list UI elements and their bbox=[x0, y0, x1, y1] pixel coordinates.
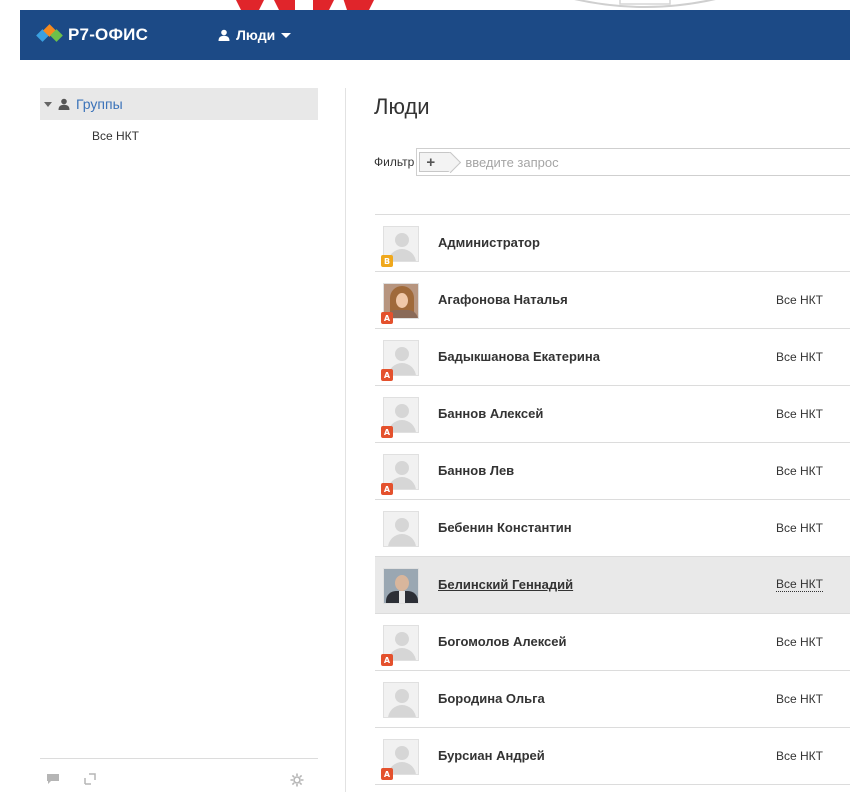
sidebar-divider bbox=[345, 88, 346, 792]
person-department[interactable]: Все НКТ bbox=[776, 521, 823, 535]
sidebar: Группы Все НКТ bbox=[40, 60, 320, 792]
top-navbar: Р7-ОФИС Люди bbox=[20, 10, 850, 60]
table-row[interactable]: A Бурсиан Андрей Все НКТ bbox=[375, 728, 850, 785]
chevron-down-icon bbox=[281, 32, 292, 38]
person-icon bbox=[218, 29, 230, 41]
filter-bar: Фильтр + bbox=[374, 148, 850, 176]
person-name[interactable]: Бадыкшанова Екатерина bbox=[438, 349, 600, 364]
table-row[interactable]: A Агафонова Наталья Все НКТ bbox=[375, 272, 850, 329]
table-row[interactable]: B Администратор bbox=[375, 215, 850, 272]
filter-label: Фильтр bbox=[374, 155, 415, 169]
user-badge-icon: A bbox=[381, 426, 393, 438]
search-input[interactable] bbox=[465, 154, 826, 170]
avatar[interactable] bbox=[383, 682, 419, 718]
person-name[interactable]: Баннов Алексей bbox=[438, 406, 543, 421]
groups-label: Группы bbox=[76, 96, 123, 112]
avatar[interactable] bbox=[383, 568, 419, 604]
person-department[interactable]: Все НКТ bbox=[776, 635, 823, 649]
watermark-strip bbox=[0, 0, 850, 10]
avatar[interactable] bbox=[383, 511, 419, 547]
person-name[interactable]: Белинский Геннадий bbox=[438, 577, 573, 592]
expand-arrow-icon[interactable] bbox=[44, 101, 52, 107]
filter-box: + bbox=[416, 148, 850, 176]
page-title: Люди bbox=[374, 94, 430, 119]
user-badge-icon: A bbox=[381, 369, 393, 381]
person-name[interactable]: Агафонова Наталья bbox=[438, 292, 568, 307]
person-department[interactable]: Все НКТ bbox=[776, 350, 823, 364]
table-row[interactable]: A Баннов Лев Все НКТ bbox=[375, 443, 850, 500]
admin-badge-icon: B bbox=[381, 255, 393, 267]
person-department[interactable]: Все НКТ bbox=[776, 578, 823, 592]
settings-icon[interactable] bbox=[290, 773, 304, 787]
chat-icon[interactable] bbox=[46, 773, 60, 785]
person-department[interactable]: Все НКТ bbox=[776, 692, 823, 706]
module-menu[interactable]: Люди bbox=[218, 27, 292, 43]
table-row[interactable]: Бородина Ольга Все НКТ bbox=[375, 671, 850, 728]
module-label: Люди bbox=[236, 27, 276, 43]
table-row[interactable]: Белинский Геннадий Все НКТ bbox=[375, 557, 850, 614]
table-row[interactable]: A Богомолов Алексей Все НКТ bbox=[375, 614, 850, 671]
logo-text: Р7-ОФИС bbox=[68, 25, 149, 44]
person-department[interactable]: Все НКТ bbox=[776, 749, 823, 763]
person-name[interactable]: Богомолов Алексей bbox=[438, 634, 566, 649]
groups-tree-root[interactable]: Группы bbox=[40, 88, 318, 120]
logo-icon bbox=[36, 24, 63, 44]
add-filter-button[interactable]: + bbox=[419, 152, 452, 172]
sidebar-footer bbox=[40, 758, 318, 792]
person-name[interactable]: Баннов Лев bbox=[438, 463, 514, 478]
user-badge-icon: A bbox=[381, 312, 393, 324]
group-icon bbox=[58, 98, 70, 110]
person-name[interactable]: Бородина Ольга bbox=[438, 691, 545, 706]
table-row[interactable]: Бебенин Константин Все НКТ bbox=[375, 500, 850, 557]
person-name[interactable]: Бебенин Константин bbox=[438, 520, 572, 535]
user-badge-icon: A bbox=[381, 768, 393, 780]
watermark-outline bbox=[574, 0, 716, 8]
person-department[interactable]: Все НКТ bbox=[776, 407, 823, 421]
expand-icon[interactable] bbox=[84, 773, 96, 785]
table-row[interactable]: A Бадыкшанова Екатерина Все НКТ bbox=[375, 329, 850, 386]
person-name[interactable]: Администратор bbox=[438, 235, 540, 250]
people-list: B Администратор A Агафонова Наталья Все НКТ A… bbox=[375, 214, 850, 785]
person-name[interactable]: Бурсиан Андрей bbox=[438, 748, 545, 763]
user-badge-icon: A bbox=[381, 654, 393, 666]
group-item-all[interactable]: Все НКТ bbox=[92, 129, 139, 143]
table-row[interactable]: A Баннов Алексей Все НКТ bbox=[375, 386, 850, 443]
user-badge-icon: A bbox=[381, 483, 393, 495]
person-department[interactable]: Все НКТ bbox=[776, 293, 823, 307]
watermark-art bbox=[236, 0, 374, 10]
person-department[interactable]: Все НКТ bbox=[776, 464, 823, 478]
logo[interactable]: Р7-ОФИС bbox=[36, 24, 149, 45]
